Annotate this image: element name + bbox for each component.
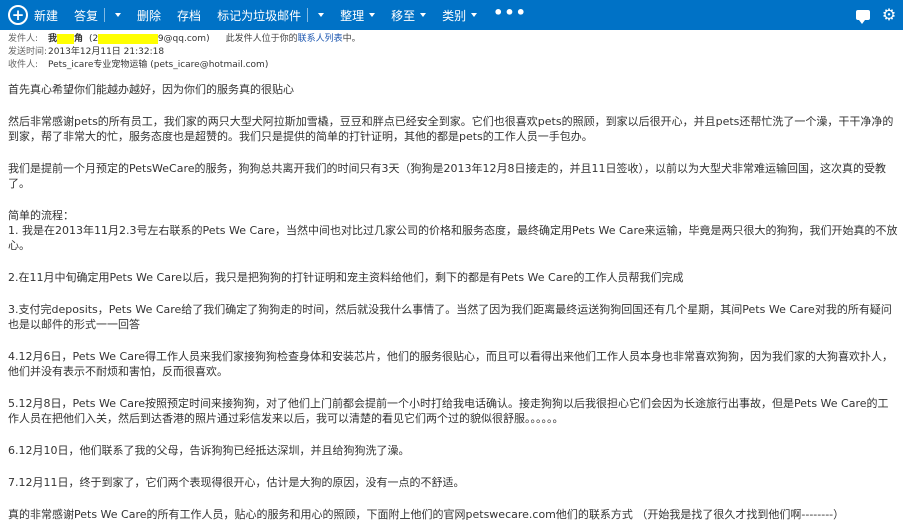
body-paragraph: 首先真心希望你们能越办越好，因为你们的服务真的很贴心 (8, 83, 294, 96)
new-button[interactable]: + 新建 (0, 0, 66, 30)
sender-email-part: (2 (89, 34, 99, 44)
toolbar-right: ⚙ (855, 0, 897, 30)
body-paragraph: 4.12月6日，Pets We Care得工作人员来我们家接狗狗检查身体和安装芯… (8, 350, 894, 378)
contact-note: 此发件人位于你的联系人列表中。 (226, 33, 361, 46)
plus-circle-icon: + (8, 5, 28, 25)
delete-label: 删除 (137, 8, 162, 23)
body-paragraph: 1. 我是在2013年11月2.3号左右联系的Pets We Care，当然中间… (8, 224, 898, 252)
reply-dropdown[interactable] (104, 8, 122, 22)
from-label: 发件人: (8, 34, 39, 44)
reply-button[interactable]: 答复 (66, 0, 129, 30)
chevron-down-icon (471, 13, 478, 17)
body-paragraph: 2.在11月中旬确定用Pets We Care以后，我只是把狗狗的打针证明和宠主… (8, 271, 684, 284)
sender-email-part: 9@qq.com) (157, 34, 210, 44)
junk-label: 标记为垃圾邮件 (217, 8, 302, 23)
contacts-link[interactable]: 联系人列表 (298, 34, 343, 44)
redaction-highlight: ■■ (57, 34, 75, 44)
sender-name-part: 我 (48, 34, 58, 44)
command-toolbar: + 新建 答复 删除 存档 标记为垃圾邮件 整理 移至 类别 ••• ⚙ (0, 0, 903, 30)
sender-email: (2■■■■■■■9@qq.com) (89, 33, 210, 46)
organize-button[interactable]: 整理 (332, 0, 383, 30)
reply-label: 答复 (74, 8, 99, 23)
more-button[interactable]: ••• (485, 0, 535, 30)
category-label: 类别 (442, 8, 467, 23)
body-paragraph: 7.12月11日，终于到家了，它们两个表现得很开心，估计是大狗的原因，没有一点的… (8, 476, 465, 489)
message-header: 发件人: 我■■角 (2■■■■■■■9@qq.com) 此发件人位于你的联系人… (8, 33, 361, 72)
chevron-down-icon (318, 13, 325, 17)
junk-button[interactable]: 标记为垃圾邮件 (209, 0, 332, 30)
sent-time: 2013年12月11日 21:32:18 (48, 47, 165, 57)
archive-label: 存档 (177, 8, 202, 23)
body-paragraph: 然后非常感谢pets的所有员工，我们家的两只大型犬阿拉斯加雪橇，豆豆和胖点已经安… (8, 115, 894, 143)
sender-name[interactable]: 我■■角 (48, 33, 83, 46)
body-paragraph: 3.支付完deposits，Pets We Care给了我们确定了狗狗走的时间，… (8, 303, 892, 331)
more-dots-icon: ••• (493, 2, 527, 22)
recipient[interactable]: Pets_icare专业宠物运输 (pets_icare@hotmail.com… (48, 59, 268, 72)
settings-button[interactable]: ⚙ (881, 7, 897, 23)
move-label: 移至 (391, 8, 416, 23)
gear-icon: ⚙ (881, 5, 897, 24)
chevron-down-icon (115, 13, 122, 17)
to-label: 收件人: (8, 60, 39, 70)
message-body: 首先真心希望你们能越办越好，因为你们的服务真的很贴心 然后非常感谢pets的所有… (8, 82, 898, 522)
move-button[interactable]: 移至 (383, 0, 434, 30)
body-paragraph: 6.12月10日，他们联系了我的父母，告诉狗狗已经抵达深圳，并且给狗狗洗了澡。 (8, 444, 410, 457)
chevron-down-icon (420, 13, 427, 17)
archive-button[interactable]: 存档 (169, 0, 209, 30)
contact-note-text: 中。 (342, 34, 361, 44)
chevron-down-icon (369, 13, 376, 17)
messaging-button[interactable] (855, 7, 871, 24)
organize-label: 整理 (340, 8, 365, 23)
body-paragraph: 简单的流程： (8, 209, 74, 222)
from-row: 发件人: 我■■角 (2■■■■■■■9@qq.com) 此发件人位于你的联系人… (8, 33, 361, 46)
sent-row: 发送时间: 2013年12月11日 21:32:18 (8, 46, 361, 59)
chat-icon (856, 10, 870, 24)
new-label: 新建 (34, 8, 59, 23)
body-paragraph: 真的非常感谢Pets We Care的所有工作人员，贴心的服务和用心的照顾，下面… (8, 508, 845, 521)
delete-button[interactable]: 删除 (129, 0, 169, 30)
sent-label: 发送时间: (8, 47, 48, 57)
body-paragraph: 5.12月8日，Pets We Care按照预定时间来接狗狗，对了他们上门前都会… (8, 397, 889, 425)
to-row: 收件人: Pets_icare专业宠物运输 (pets_icare@hotmai… (8, 59, 361, 72)
body-paragraph: 我们是提前一个月预定的PetsWeCare的服务，狗狗总共离开我们的时间只有3天… (8, 162, 887, 190)
contact-note-text: 此发件人位于你的 (225, 34, 298, 44)
sender-name-part: 角 (74, 34, 84, 44)
junk-dropdown[interactable] (307, 8, 325, 22)
redaction-highlight: ■■■■■■■ (98, 34, 158, 44)
category-button[interactable]: 类别 (434, 0, 485, 30)
